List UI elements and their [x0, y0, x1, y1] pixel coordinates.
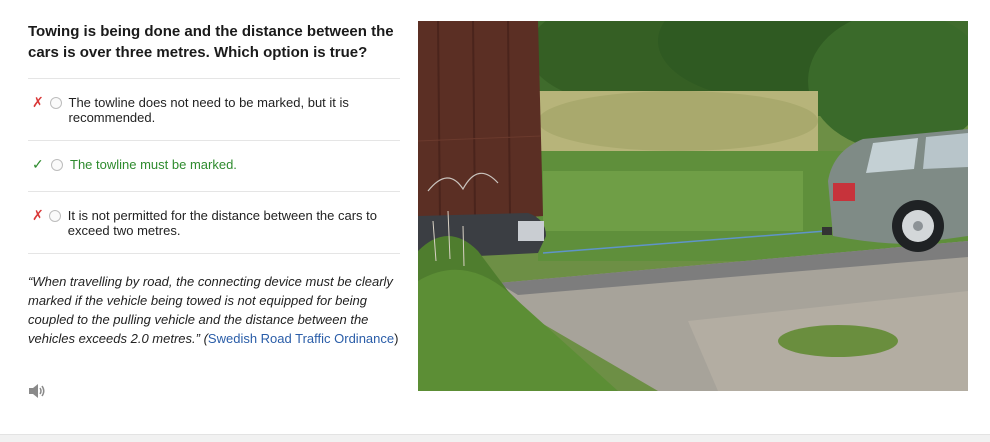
option-label: The towline must be marked. [70, 157, 237, 172]
source-close: ) [394, 331, 399, 346]
quote-close: ” ( [195, 331, 208, 346]
correct-mark-icon: ✓ [32, 156, 44, 172]
radio-button[interactable] [51, 159, 63, 171]
option-2[interactable]: ✓ The towline must be marked. [28, 141, 400, 192]
explanation-text: “When travelling by road, the connecting… [28, 272, 400, 348]
wrong-mark-icon: ✗ [32, 94, 44, 110]
option-label: The towline does not need to be marked, … [68, 95, 349, 125]
radio-button[interactable] [48, 210, 61, 222]
towing-photo [418, 21, 968, 391]
radio-button[interactable] [49, 97, 62, 109]
wrong-mark-icon: ✗ [32, 207, 44, 223]
question-text: Towing is being done and the distance be… [28, 23, 394, 61]
option-1[interactable]: ✗ The towline does not need to be marked… [28, 79, 400, 141]
speaker-icon[interactable] [28, 383, 46, 399]
source-link[interactable]: Swedish Road Traffic Ordinance [208, 331, 394, 346]
question-panel: Towing is being done and the distance be… [28, 21, 400, 398]
answer-options: ✗ The towline does not need to be marked… [28, 78, 400, 254]
option-label: It is not permitted for the distance bet… [67, 208, 378, 238]
option-3[interactable]: ✗ It is not permitted for the distance b… [28, 192, 400, 254]
